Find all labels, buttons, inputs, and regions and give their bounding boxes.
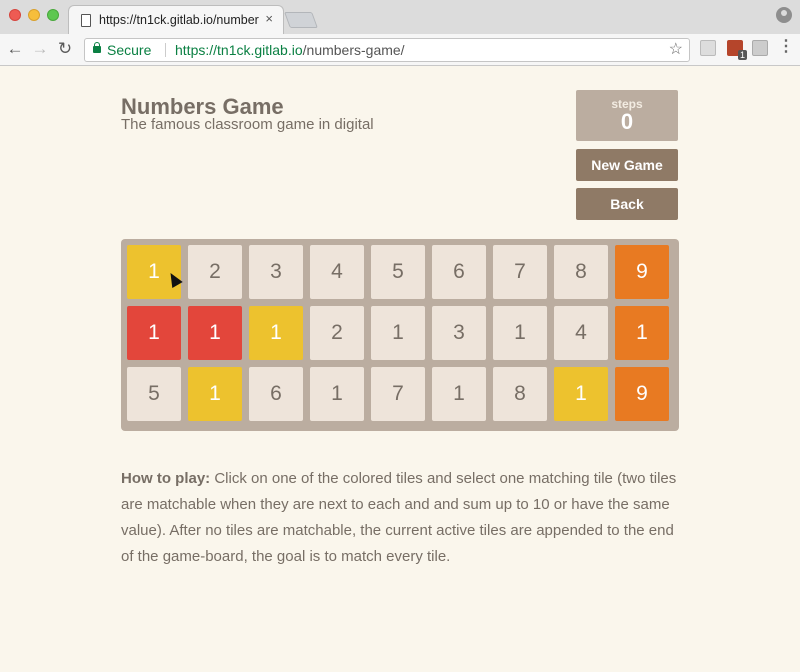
tile-r1-c5[interactable]: 5 — [371, 245, 425, 299]
tile-r1-c6[interactable]: 6 — [432, 245, 486, 299]
tile-r3-c8[interactable]: 1 — [554, 367, 608, 421]
tile-r2-c6[interactable]: 3 — [432, 306, 486, 360]
omnibox-divider — [165, 43, 166, 57]
maximize-window-icon[interactable] — [47, 9, 59, 21]
shield-extension-icon[interactable]: 1 — [727, 40, 747, 60]
back-arrow-icon[interactable]: ← — [5, 39, 25, 59]
minimize-window-icon[interactable] — [28, 9, 40, 21]
tile-r2-c9[interactable]: 1 — [615, 306, 669, 360]
tile-r3-c1[interactable]: 5 — [127, 367, 181, 421]
url-host: https://tn1ck.gitlab.io — [175, 42, 303, 58]
tile-r2-c2[interactable]: 1 — [188, 306, 242, 360]
forward-arrow-icon[interactable]: → — [30, 39, 50, 59]
profile-icon[interactable] — [776, 7, 792, 23]
back-button[interactable]: Back — [576, 188, 678, 220]
close-tab-icon[interactable]: × — [265, 11, 273, 26]
tile-r1-c2[interactable]: 2 — [188, 245, 242, 299]
tile-r3-c7[interactable]: 8 — [493, 367, 547, 421]
url-text[interactable]: https://tn1ck.gitlab.io/numbers-game/ — [175, 39, 405, 61]
browser-tab[interactable]: https://tn1ck.gitlab.io/numbers-game/ × — [68, 5, 284, 34]
tile-r3-c9[interactable]: 9 — [615, 367, 669, 421]
browser-toolbar: ← → ↻ Secure https://tn1ck.gitlab.io/num… — [0, 34, 800, 66]
tile-r1-c8[interactable]: 8 — [554, 245, 608, 299]
tile-r2-c8[interactable]: 4 — [554, 306, 608, 360]
tile-r3-c4[interactable]: 1 — [310, 367, 364, 421]
address-bar[interactable]: Secure https://tn1ck.gitlab.io/numbers-g… — [84, 38, 690, 62]
tile-r2-c7[interactable]: 1 — [493, 306, 547, 360]
extension-badge: 1 — [737, 50, 747, 60]
tile-r3-c6[interactable]: 1 — [432, 367, 486, 421]
menu-icon[interactable]: ⋮ — [778, 39, 794, 55]
lock-icon — [93, 42, 101, 53]
browser-titlebar: https://tn1ck.gitlab.io/numbers-game/ × — [0, 0, 800, 34]
star-icon[interactable]: ☆ — [669, 39, 683, 61]
game-board: 123456789111213141516171819 — [121, 239, 679, 431]
new-game-button[interactable]: New Game — [576, 149, 678, 181]
tile-r2-c5[interactable]: 1 — [371, 306, 425, 360]
how-to-play: How to play: Click on one of the colored… — [121, 466, 681, 570]
tile-r1-c7[interactable]: 7 — [493, 245, 547, 299]
close-window-icon[interactable] — [9, 9, 21, 21]
tile-r3-c2[interactable]: 1 — [188, 367, 242, 421]
tile-r2-c3[interactable]: 1 — [249, 306, 303, 360]
steps-value: 0 — [620, 109, 634, 134]
page-subtitle: The famous classroom game in digital — [121, 116, 374, 133]
steps-counter: steps 0 — [576, 90, 678, 141]
extension-icon[interactable] — [700, 40, 716, 56]
tile-r1-c4[interactable]: 4 — [310, 245, 364, 299]
tile-r2-c4[interactable]: 2 — [310, 306, 364, 360]
how-to-play-label: How to play: — [121, 470, 211, 487]
new-tab-button[interactable] — [284, 12, 318, 28]
document-icon — [81, 14, 91, 27]
reload-icon[interactable]: ↻ — [55, 39, 75, 59]
tab-title: https://tn1ck.gitlab.io/numbers-game/ — [99, 13, 259, 27]
tile-r3-c3[interactable]: 6 — [249, 367, 303, 421]
tile-r3-c5[interactable]: 7 — [371, 367, 425, 421]
url-path: /numbers-game/ — [302, 42, 405, 58]
tile-r1-c3[interactable]: 3 — [249, 245, 303, 299]
tile-r1-c9[interactable]: 9 — [615, 245, 669, 299]
extension-icon-secondary[interactable] — [752, 40, 768, 56]
tile-r2-c1[interactable]: 1 — [127, 306, 181, 360]
secure-label: Secure — [107, 42, 152, 58]
